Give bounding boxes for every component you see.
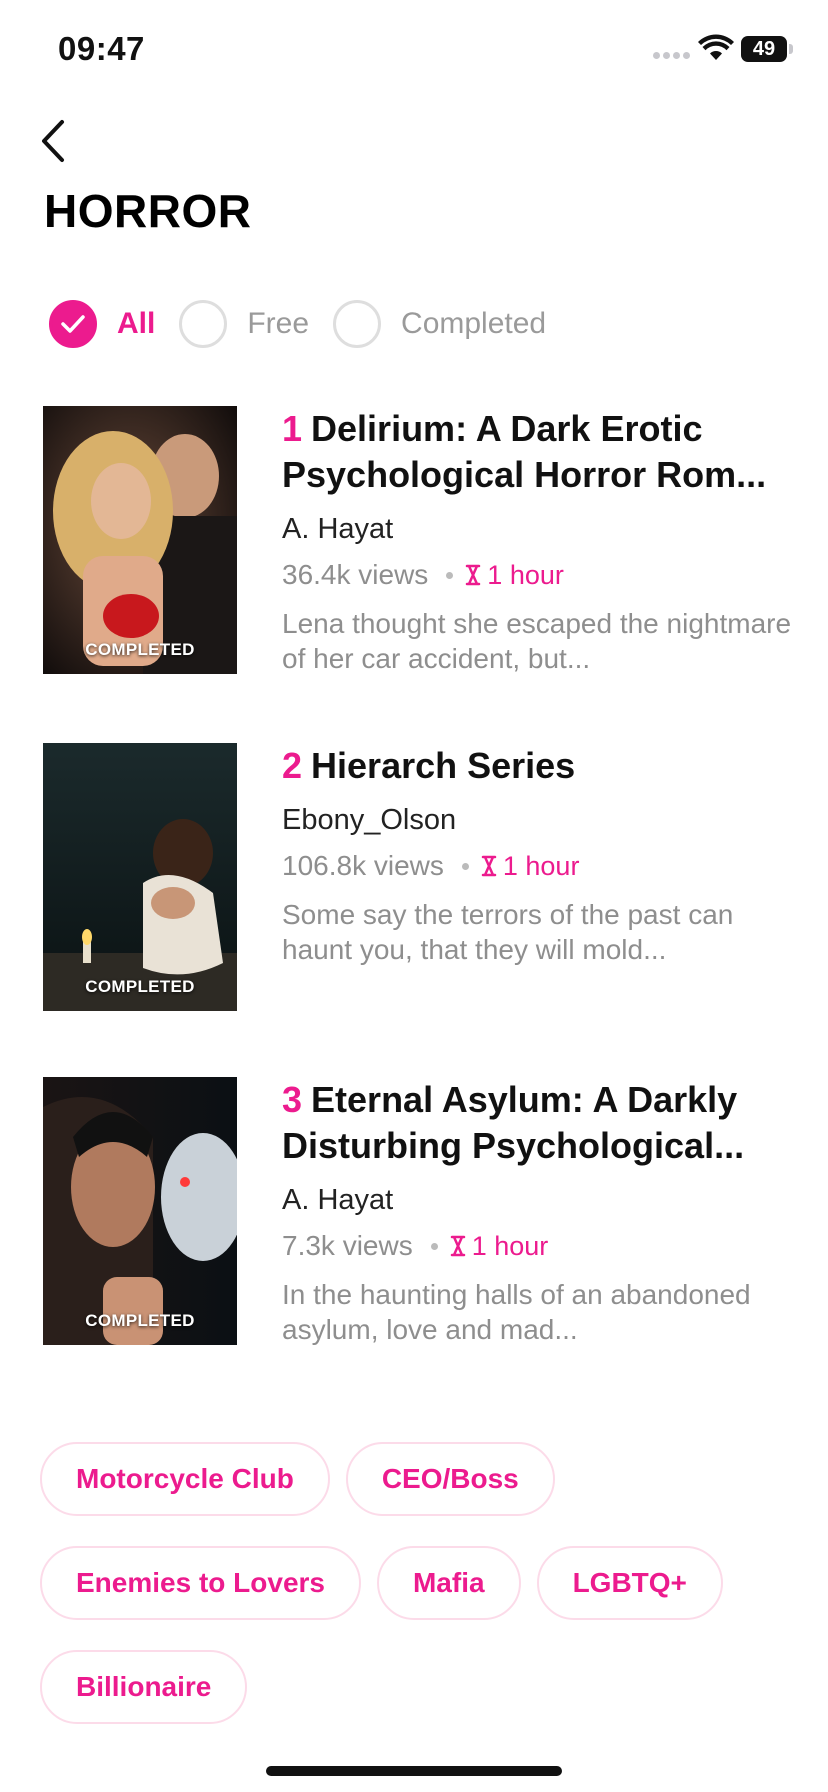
book-title-text: Eternal Asylum: A Darkly Disturbing Psyc… [282, 1079, 745, 1166]
genre-tags: Motorcycle Club CEO/Boss Enemies to Love… [40, 1442, 800, 1754]
tag-enemies-to-lovers[interactable]: Enemies to Lovers [40, 1546, 361, 1620]
radio-unchecked-icon [333, 300, 382, 348]
book-info: 3 Eternal Asylum: A Darkly Disturbing Psy… [282, 1077, 792, 1347]
book-rank: 3 [282, 1079, 303, 1120]
status-time: 09:47 [58, 30, 145, 67]
book-views: 7.3k views [282, 1230, 413, 1261]
tag-lgbtq[interactable]: LGBTQ+ [536, 1546, 723, 1620]
separator-dot [461, 862, 469, 870]
tag-billionaire[interactable]: Billionaire [40, 1650, 248, 1724]
book-duration: 1 hour [487, 560, 564, 590]
book-info: 2 Hierarch Series Ebony_Olson 106.8k view… [282, 743, 792, 967]
filter-free[interactable]: Free [179, 300, 309, 348]
book-author: A. Hayat [282, 1184, 394, 1216]
book-author: A. Hayat [282, 513, 394, 545]
tag-ceo-boss[interactable]: CEO/Boss [345, 1442, 555, 1516]
tag-row: Motorcycle Club CEO/Boss [40, 1442, 800, 1516]
radio-checked-icon [49, 300, 97, 348]
book-info: 1 Delirium: A Dark Erotic Psychological H… [282, 406, 792, 676]
filter-all[interactable]: All [49, 300, 155, 348]
wifi-icon [698, 34, 734, 60]
book-duration: 1 hour [471, 1231, 549, 1261]
completed-badge: COMPLETED [85, 1311, 195, 1330]
filter-label: Free [247, 307, 310, 340]
book-cover[interactable]: COMPLETED [43, 743, 237, 1011]
book-title-text: Delirium: A Dark Erotic Psychological Ho… [282, 408, 767, 495]
hourglass-icon [466, 564, 481, 586]
separator-dot [430, 1242, 438, 1250]
book-rank: 2 [282, 745, 303, 786]
completed-badge: COMPLETED [85, 977, 195, 996]
book-views: 36.4k views [282, 559, 429, 590]
book-item[interactable]: COMPLETED 3 Eternal Asylum: A Darkly Dist… [43, 1077, 793, 1347]
home-indicator[interactable] [266, 1766, 562, 1776]
completed-badge: COMPLETED [85, 640, 195, 659]
tag-row: Enemies to Lovers Mafia LGBTQ+ [40, 1546, 800, 1620]
book-description: In the haunting halls of an abandoned as… [282, 1279, 751, 1345]
filter-group: All Free Completed [49, 300, 570, 348]
radio-unchecked-icon [179, 300, 228, 348]
filter-label: Completed [401, 307, 547, 340]
tag-row: Billionaire [40, 1650, 800, 1724]
battery-icon: 49 [741, 36, 787, 62]
status-bar: 09:47 49 [0, 0, 828, 100]
filter-label: All [117, 307, 156, 340]
hourglass-icon [450, 1235, 465, 1257]
hourglass-icon [481, 855, 497, 877]
filter-completed[interactable]: Completed [333, 300, 546, 348]
tag-mafia[interactable]: Mafia [376, 1546, 521, 1620]
book-item[interactable]: COMPLETED 1 Delirium: A Dark Erotic Psych… [43, 406, 793, 676]
book-title[interactable]: 3 Eternal Asylum: A Darkly Disturbing Psy… [282, 1077, 792, 1169]
tag-motorcycle-club[interactable]: Motorcycle Club [40, 1442, 330, 1516]
cellular-signal-icon [653, 52, 690, 59]
separator-dot [446, 571, 454, 579]
book-description: Lena thought she escaped the nightmare o… [282, 608, 792, 674]
book-description: Some say the terrors of the past can hau… [282, 899, 734, 965]
cover-image [43, 406, 237, 674]
book-item[interactable]: COMPLETED 2 Hierarch Series Ebony_Olson 1… [43, 743, 793, 1013]
book-meta: 106.8k views 1 hour [282, 849, 792, 883]
book-title[interactable]: 1 Delirium: A Dark Erotic Psychological H… [282, 406, 792, 498]
book-meta: 36.4k views 1 hour [282, 558, 792, 592]
book-rank: 1 [282, 408, 303, 449]
book-title-text: Hierarch Series [311, 745, 576, 786]
book-title[interactable]: 2 Hierarch Series [282, 743, 792, 789]
book-meta: 7.3k views 1 hour [282, 1229, 792, 1263]
book-duration: 1 hour [502, 851, 580, 881]
book-author: Ebony_Olson [282, 804, 457, 836]
cover-image [43, 1077, 237, 1345]
page-title: HORROR [44, 185, 252, 237]
back-button[interactable] [36, 116, 76, 166]
book-cover[interactable]: COMPLETED [43, 1077, 237, 1345]
book-views: 106.8k views [282, 850, 444, 881]
book-cover[interactable]: COMPLETED [43, 406, 237, 674]
chevron-left-icon [42, 120, 64, 162]
battery-tip [789, 44, 793, 54]
cover-image [43, 743, 237, 1011]
